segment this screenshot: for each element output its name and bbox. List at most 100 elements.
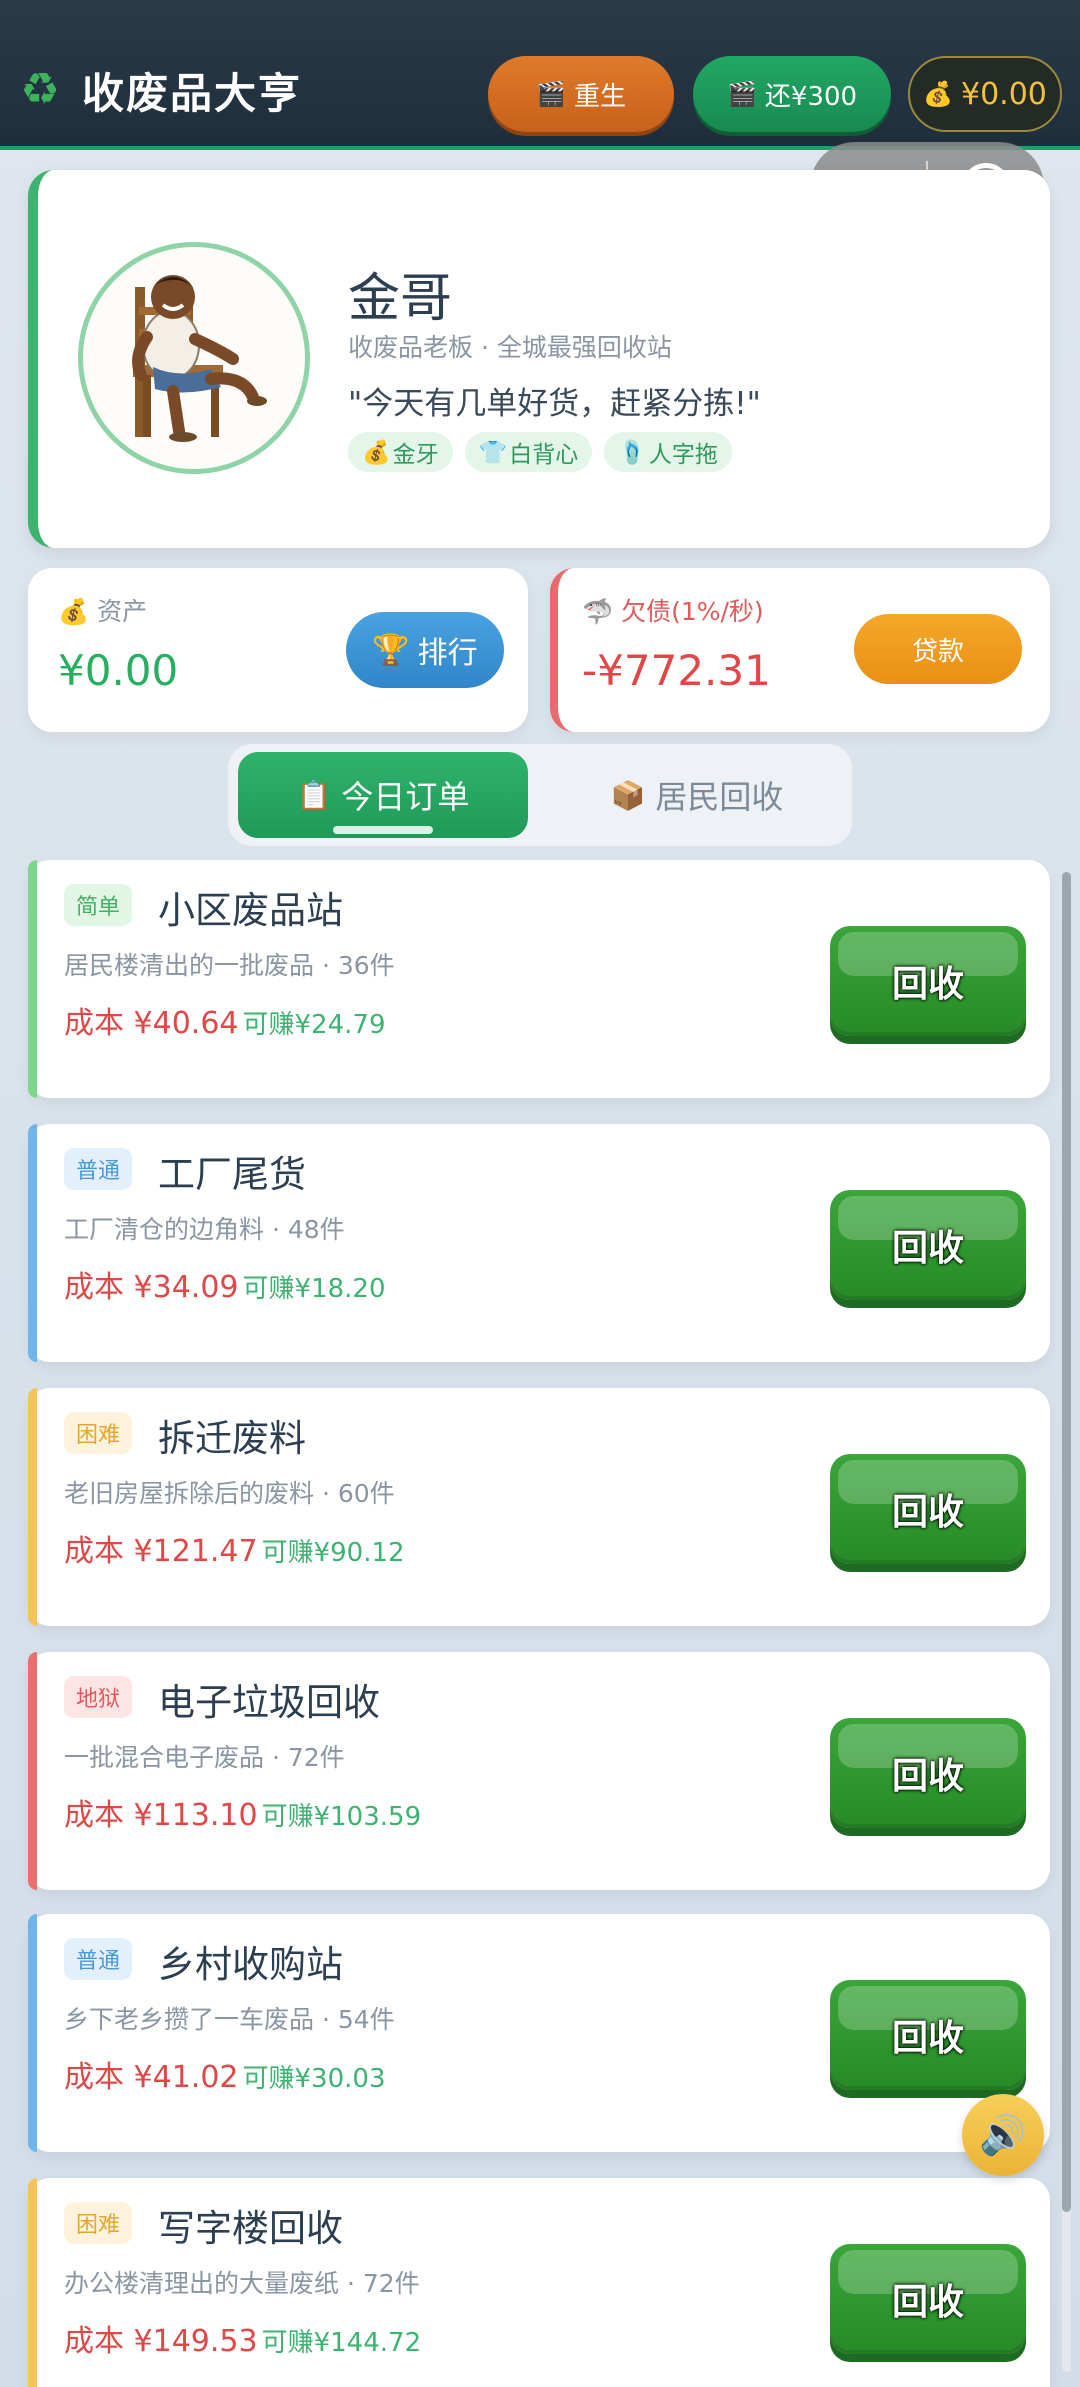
- trophy-icon: 🏆: [372, 632, 410, 668]
- order-description: 乡下老乡攒了一车废品 · 54件: [64, 2005, 395, 2034]
- order-card: 普通 乡村收购站 乡下老乡攒了一车废品 · 54件 成本 ¥41.02 可赚¥30…: [28, 1914, 1050, 2152]
- tag-gold-tooth: 💰 金牙: [348, 432, 453, 472]
- collect-button[interactable]: 回收: [830, 1454, 1026, 1564]
- difficulty-bar: [28, 860, 37, 1098]
- sound-toggle-button[interactable]: 🔊: [962, 2094, 1044, 2176]
- difficulty-badge: 困难: [64, 1412, 133, 1454]
- boss-name: 金哥: [348, 269, 453, 329]
- order-cost-line: 成本 ¥41.02 可赚¥30.03: [64, 2052, 386, 2096]
- order-card: 地狱 电子垃圾回收 一批混合电子废品 · 72件 成本 ¥113.10 可赚¥10…: [28, 1652, 1050, 1890]
- scrollbar-thumb[interactable]: [1062, 872, 1071, 2212]
- tab-resident-recycling[interactable]: 📦 居民回收: [552, 752, 842, 838]
- assets-label: 💰 资产: [58, 597, 148, 626]
- order-title: 电子垃圾回收: [158, 1681, 380, 1724]
- order-title: 乡村收购站: [158, 1943, 343, 1986]
- difficulty-badge: 困难: [64, 2202, 133, 2244]
- order-title: 写字楼回收: [158, 2207, 343, 2250]
- order-profit: 可赚¥18.20: [242, 1274, 386, 1304]
- tag-white-vest: 👕 白背心: [464, 432, 593, 472]
- order-cost: 成本 ¥121.47: [64, 1534, 258, 1569]
- order-card: 普通 工厂尾货 工厂清仓的边角料 · 48件 成本 ¥34.09 可赚¥18.20…: [28, 1124, 1050, 1362]
- order-profit: 可赚¥24.79: [242, 1010, 386, 1040]
- order-cost-line: 成本 ¥40.64 可赚¥24.79: [64, 998, 386, 1042]
- boss-tags: 💰 金牙 👕 白背心 🩴 人字拖: [348, 432, 732, 472]
- order-description: 办公楼清理出的大量废纸 · 72件: [64, 2269, 420, 2298]
- collect-button[interactable]: 回收: [830, 926, 1026, 1036]
- difficulty-bar: [28, 1124, 37, 1362]
- order-cost: 成本 ¥113.10: [64, 1798, 258, 1833]
- shirt-icon: 👕: [478, 439, 508, 466]
- rebirth-button[interactable]: 🎬 重生: [488, 56, 674, 132]
- order-description: 老旧房屋拆除后的废料 · 60件: [64, 1479, 395, 1508]
- debt-label: 🦈 欠债(1%/秒): [582, 597, 764, 626]
- order-cost-line: 成本 ¥149.53 可赚¥144.72: [64, 2316, 421, 2360]
- order-title: 工厂尾货: [158, 1153, 306, 1196]
- difficulty-bar: [28, 2178, 37, 2387]
- video-icon: 🎬: [536, 80, 566, 108]
- package-icon: 📦: [610, 778, 646, 812]
- tab-today-orders[interactable]: 📋 今日订单: [238, 752, 528, 838]
- order-title: 拆迁废料: [158, 1417, 306, 1460]
- collect-button[interactable]: 回收: [830, 1980, 1026, 2090]
- debt-value: -¥772.31: [582, 646, 771, 695]
- loan-button[interactable]: 贷款: [854, 614, 1022, 684]
- speaker-icon: 🔊: [979, 2112, 1027, 2157]
- boss-illustration: [132, 275, 267, 442]
- top-bar: ♻ 收废品大亨 🎬 重生 🎬 还¥300 💰 ¥0.00: [0, 0, 1080, 150]
- difficulty-bar: [28, 1914, 37, 2152]
- order-description: 居民楼清出的一批废品 · 36件: [64, 951, 395, 980]
- debt-card: 🦈 欠债(1%/秒) -¥772.31 贷款: [550, 568, 1050, 732]
- difficulty-badge: 普通: [64, 1938, 133, 1980]
- clipboard-icon: 📋: [296, 778, 332, 812]
- money-bag-icon: 💰: [362, 439, 391, 466]
- order-card: 困难 写字楼回收 办公楼清理出的大量废纸 · 72件 成本 ¥149.53 可赚¥…: [28, 2178, 1050, 2387]
- order-profit: 可赚¥144.72: [261, 2328, 422, 2358]
- tag-label: 人字拖: [648, 442, 718, 468]
- order-profit: 可赚¥30.03: [242, 2064, 386, 2094]
- difficulty-badge: 地狱: [64, 1676, 133, 1718]
- difficulty-bar: [28, 1388, 37, 1626]
- order-cost: 成本 ¥40.64: [64, 1006, 239, 1041]
- profile-card: 金哥 收废品老板 · 全城最强回收站 "今天有几单好货，赶紧分拣!" 💰 金牙 …: [28, 170, 1050, 548]
- order-cost-line: 成本 ¥113.10 可赚¥103.59: [64, 1790, 421, 1834]
- ranking-button[interactable]: 🏆 排行: [346, 612, 504, 688]
- avatar: [78, 242, 310, 474]
- collect-button[interactable]: 回收: [830, 1718, 1026, 1828]
- tag-label: 白背心: [509, 442, 579, 468]
- difficulty-badge: 简单: [64, 884, 133, 926]
- difficulty-bar: [28, 1652, 37, 1890]
- boss-quote: "今天有几单好货，赶紧分拣!": [348, 386, 761, 422]
- repay-label: 还¥300: [764, 81, 858, 112]
- recycle-icon: ♻: [20, 64, 60, 115]
- rebirth-label: 重生: [573, 81, 626, 112]
- assets-value: ¥0.00: [58, 646, 179, 695]
- flip-flop-icon: 🩴: [618, 439, 647, 466]
- order-title: 小区废品站: [158, 889, 343, 932]
- collect-button[interactable]: 回收: [830, 2244, 1026, 2354]
- money-bag-icon: 💰: [58, 597, 90, 626]
- order-cost-line: 成本 ¥34.09 可赚¥18.20: [64, 1262, 386, 1306]
- tag-label: 金牙: [392, 442, 439, 468]
- difficulty-badge: 普通: [64, 1148, 133, 1190]
- order-card: 简单 小区废品站 居民楼清出的一批废品 · 36件 成本 ¥40.64 可赚¥24…: [28, 860, 1050, 1098]
- order-cost: 成本 ¥41.02: [64, 2060, 239, 2095]
- video-icon: 🎬: [726, 80, 757, 108]
- order-profit: 可赚¥103.59: [261, 1802, 422, 1832]
- money-bag-icon: 💰: [923, 80, 953, 108]
- tab-label: 今日订单: [341, 778, 470, 816]
- money-value: ¥0.00: [961, 76, 1047, 112]
- ranking-label: 排行: [417, 636, 478, 671]
- order-profit: 可赚¥90.12: [261, 1538, 405, 1568]
- shark-icon: 🦈: [582, 597, 614, 626]
- tab-bar: 📋 今日订单 📦 居民回收: [228, 744, 852, 846]
- repay-button[interactable]: 🎬 还¥300: [693, 56, 891, 132]
- boss-subtitle: 收废品老板 · 全城最强回收站: [348, 333, 672, 362]
- app-title: 收废品大亨: [82, 69, 303, 118]
- order-description: 一批混合电子废品 · 72件: [64, 1743, 345, 1772]
- collect-button[interactable]: 回收: [830, 1190, 1026, 1300]
- order-card: 困难 拆迁废料 老旧房屋拆除后的废料 · 60件 成本 ¥121.47 可赚¥90…: [28, 1388, 1050, 1626]
- order-description: 工厂清仓的边角料 · 48件: [64, 1215, 345, 1244]
- assets-card: 💰 资产 ¥0.00 🏆 排行: [28, 568, 528, 732]
- order-cost: 成本 ¥149.53: [64, 2324, 258, 2359]
- order-cost-line: 成本 ¥121.47 可赚¥90.12: [64, 1526, 405, 1570]
